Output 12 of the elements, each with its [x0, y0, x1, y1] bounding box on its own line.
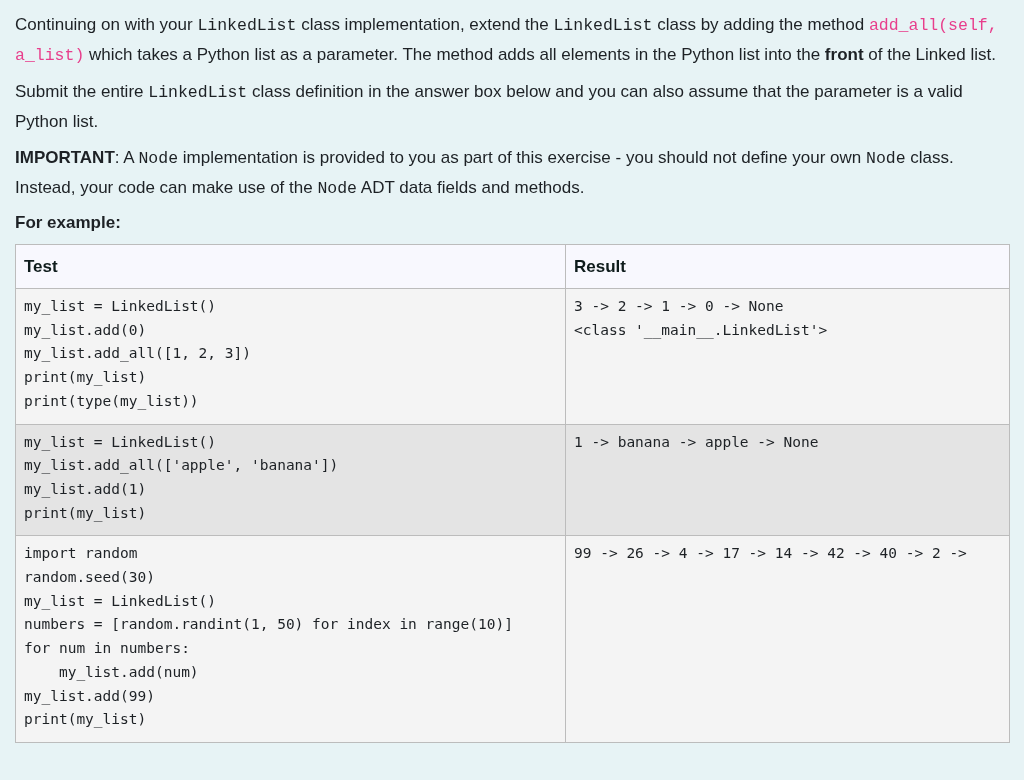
example-heading: For example:: [15, 212, 122, 234]
result-output-cell: 1 -> banana -> apple -> None: [565, 424, 1010, 536]
column-header: Test: [15, 244, 566, 289]
test-code-cell: import random random.seed(30) my_list = LinkedList() numbers = [random.randint(1, 50) for index in range(10)] for num in numbers: my_list.add(num) my_list.add(99) print(my_list): [15, 535, 566, 743]
paragraph: IMPORTANT: A Node implementation is provided to you as part of this exercise - you should not define your own Node class. Instead, your code can make use of the Node ADT data fields and methods.: [15, 147, 955, 200]
test-code-cell: my_list = LinkedList() my_list.add_all(['apple', 'banana']) my_list.add(1) print(my_list): [15, 424, 566, 536]
column-header: Result: [565, 244, 1010, 289]
test-code-cell: my_list = LinkedList() my_list.add(0) my_list.add_all([1, 2, 3]) print(my_list) print(type(my_list)): [15, 288, 566, 424]
result-output-cell: 3 -> 2 -> 1 -> 0 -> None <class '__main__.LinkedList'>: [565, 288, 1010, 424]
result-output-cell: 99 -> 26 -> 4 -> 17 -> 14 -> 42 -> 40 -> 2 ->: [565, 535, 1010, 743]
paragraph: Submit the entire LinkedList class definition in the answer box below and you can also assume that the parameter is a valid Python list.: [15, 81, 964, 133]
paragraph: Continuing on with your LinkedList class implementation, extend the LinkedList class by adding the method add_all(self, a_list) which takes a Python list as a parameter. The method adds all elements in the Python list into the front of the Linked list.: [15, 14, 999, 67]
